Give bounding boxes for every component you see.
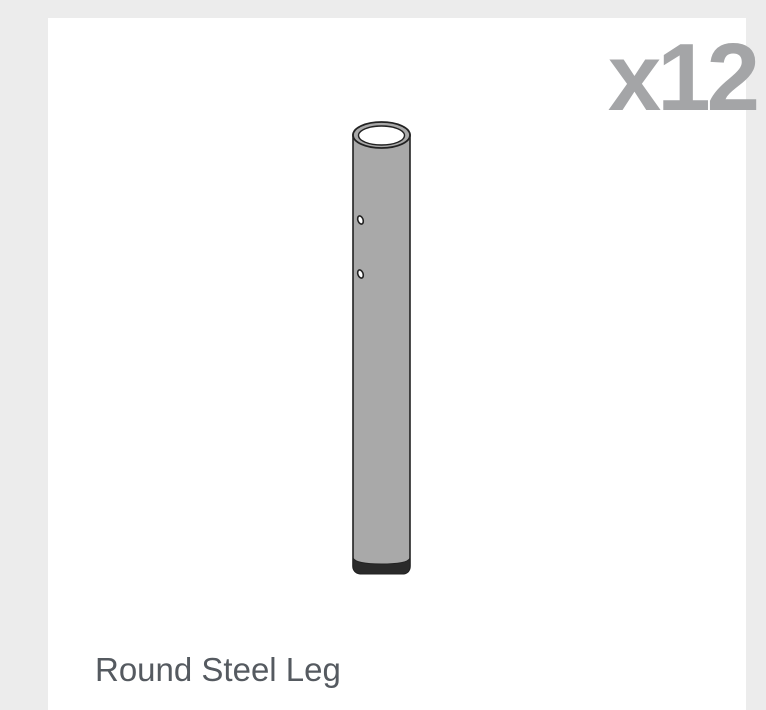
steel-leg-icon [352, 121, 411, 575]
page: x12 Round Steel Leg [0, 0, 766, 710]
quantity-label: x12 [607, 24, 760, 131]
part-name: Round Steel Leg [95, 651, 341, 688]
part-card: x12 Round Steel Leg [48, 18, 760, 710]
